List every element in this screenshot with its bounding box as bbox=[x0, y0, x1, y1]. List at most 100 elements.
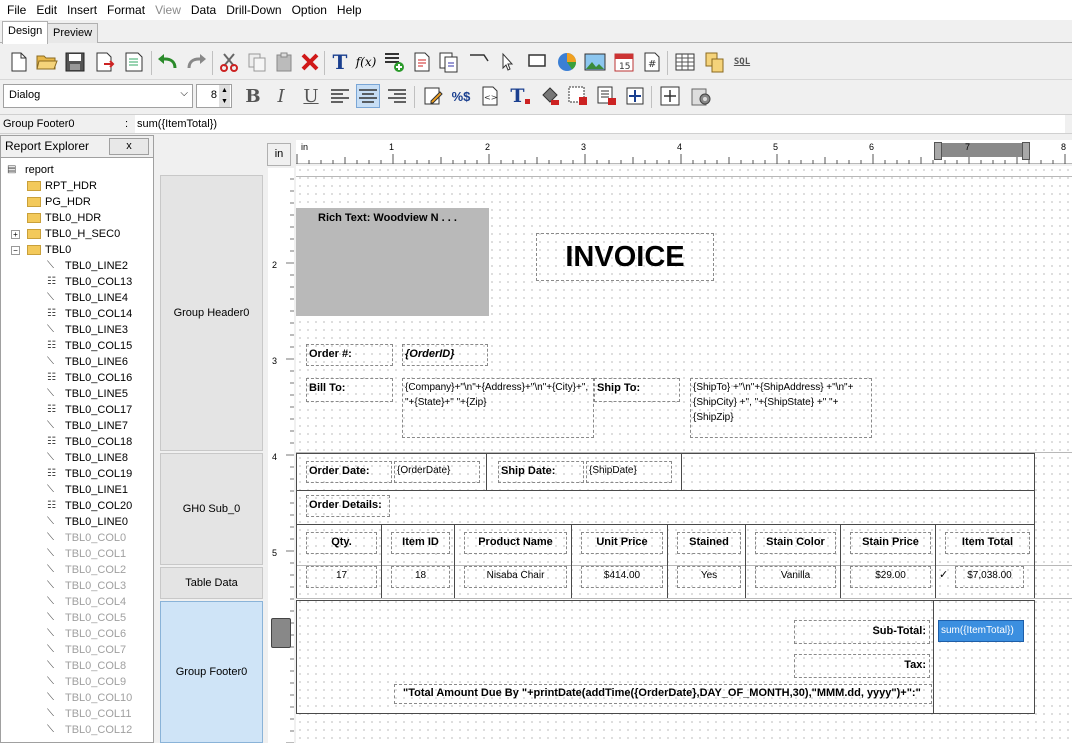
table-cell[interactable]: Nisaba Chair bbox=[464, 566, 567, 588]
format-icon[interactable]: %$ bbox=[449, 84, 473, 108]
tree-item-tbl0_line5[interactable]: ⟍ TBL0_LINE5 bbox=[47, 386, 128, 402]
close-button[interactable]: x bbox=[109, 138, 149, 155]
tree-item-tbl0_col16[interactable]: ☷ TBL0_COL16 bbox=[47, 370, 132, 386]
tab-design[interactable]: Design bbox=[2, 21, 49, 44]
table-cell[interactable]: 18 bbox=[391, 566, 450, 588]
edit-icon[interactable] bbox=[421, 84, 445, 108]
open-icon[interactable] bbox=[35, 50, 59, 74]
tree-item-tbl0_h_sec0[interactable]: + TBL0_H_SEC0 bbox=[11, 226, 120, 242]
column-header[interactable]: Stain Price bbox=[850, 532, 931, 554]
tab-preview[interactable]: Preview bbox=[47, 23, 99, 43]
save-icon[interactable] bbox=[63, 50, 87, 74]
order-number-label[interactable]: Order #: bbox=[306, 344, 393, 366]
tree-item-tbl0_col1[interactable]: ⟍ TBL0_COL1 bbox=[47, 546, 126, 562]
tree-item-tbl0_col12[interactable]: ⟍ TBL0_COL12 bbox=[47, 722, 132, 738]
align-right-icon[interactable] bbox=[385, 84, 409, 108]
rich-text-icon[interactable] bbox=[410, 50, 434, 74]
column-header[interactable]: Stained bbox=[677, 532, 741, 554]
order-date-field[interactable]: {OrderDate} bbox=[394, 461, 480, 483]
tree-item-tbl0_col10[interactable]: ⟍ TBL0_COL10 bbox=[47, 690, 132, 706]
line-icon[interactable] bbox=[467, 50, 491, 74]
ship-to-label[interactable]: Ship To: bbox=[594, 378, 680, 402]
page-setup-icon[interactable] bbox=[122, 50, 146, 74]
tree-item-rpt_hdr[interactable]: RPT_HDR bbox=[27, 178, 97, 194]
text-color-icon[interactable]: T bbox=[508, 84, 532, 108]
band-table-data[interactable]: Table Data bbox=[160, 567, 263, 599]
expander-icon[interactable]: + bbox=[11, 229, 20, 239]
pointer-icon[interactable] bbox=[494, 50, 518, 74]
sql-icon[interactable]: SQL bbox=[730, 50, 754, 74]
tree-item-tbl0_line8[interactable]: ⟍ TBL0_LINE8 bbox=[47, 450, 128, 466]
menu-file[interactable]: File bbox=[2, 0, 31, 20]
band-group-footer[interactable]: Group Footer0 bbox=[160, 601, 263, 743]
column-header[interactable]: Stain Color bbox=[755, 532, 836, 554]
tree-item-tbl0_col13[interactable]: ☷ TBL0_COL13 bbox=[47, 274, 132, 290]
align-left-icon[interactable] bbox=[328, 84, 352, 108]
tree-item-tbl0_col20[interactable]: ☷ TBL0_COL20 bbox=[47, 498, 132, 514]
export-icon[interactable] bbox=[93, 50, 117, 74]
bill-to-formula[interactable]: {Company}+"\n"+{Address}+"\n"+{City}+", … bbox=[402, 378, 594, 438]
rectangle-icon[interactable] bbox=[526, 50, 550, 74]
rich-text-box[interactable]: Rich Text: Woodview N . . . bbox=[296, 208, 489, 316]
tree-item-tbl0_col17[interactable]: ☷ TBL0_COL17 bbox=[47, 402, 132, 418]
property-value-field[interactable]: sum({ItemTotal}) bbox=[135, 115, 1065, 133]
subtotal-label[interactable]: Sub-Total: bbox=[794, 620, 930, 644]
bill-to-label[interactable]: Bill To: bbox=[306, 378, 393, 402]
date-icon[interactable]: 15 bbox=[612, 50, 636, 74]
sub-report-icon[interactable] bbox=[437, 50, 461, 74]
tree-item-tbl0_col4[interactable]: ⟍ TBL0_COL4 bbox=[47, 594, 126, 610]
cut-icon[interactable] bbox=[217, 50, 241, 74]
align-center-icon[interactable] bbox=[356, 84, 380, 108]
tree-item-tbl0_col0[interactable]: ⟍ TBL0_COL0 bbox=[47, 530, 126, 546]
menu-edit[interactable]: Edit bbox=[31, 0, 62, 20]
column-header[interactable]: Qty. bbox=[306, 532, 377, 554]
table-cell[interactable]: Yes bbox=[677, 566, 741, 588]
menu-drilldown[interactable]: Drill-Down bbox=[221, 0, 286, 20]
order-id-field[interactable]: {OrderID} bbox=[402, 344, 488, 366]
table-cell[interactable]: $29.00 bbox=[850, 566, 931, 588]
ship-date-label[interactable]: Ship Date: bbox=[498, 461, 584, 483]
font-size-stepper[interactable]: 8 ▲ ▼ bbox=[196, 84, 232, 108]
column-header[interactable]: Product Name bbox=[464, 532, 567, 554]
order-date-label[interactable]: Order Date: bbox=[306, 461, 392, 483]
fit-icon[interactable] bbox=[658, 84, 682, 108]
column-header[interactable]: Unit Price bbox=[581, 532, 663, 554]
spinner-icon[interactable]: ▲ ▼ bbox=[219, 85, 230, 107]
ship-to-formula[interactable]: {ShipTo} +"\n"+{ShipAddress} +"\n"+{Ship… bbox=[690, 378, 872, 438]
menu-insert[interactable]: Insert bbox=[62, 0, 102, 20]
table-cell[interactable]: $414.00 bbox=[581, 566, 663, 588]
menu-format[interactable]: Format bbox=[102, 0, 150, 20]
new-icon[interactable] bbox=[7, 50, 31, 74]
subtotal-field[interactable]: sum({ItemTotal}) bbox=[938, 620, 1024, 642]
tree-item-tbl0_line6[interactable]: ⟍ TBL0_LINE6 bbox=[47, 354, 128, 370]
invoice-title[interactable]: INVOICE bbox=[536, 233, 714, 281]
tree-item-tbl0_col6[interactable]: ⟍ TBL0_COL6 bbox=[47, 626, 126, 642]
menu-option[interactable]: Option bbox=[287, 0, 332, 20]
chart-icon[interactable] bbox=[555, 50, 579, 74]
settings-icon[interactable] bbox=[689, 84, 713, 108]
expander-icon[interactable]: − bbox=[11, 245, 20, 255]
border-icon[interactable] bbox=[566, 84, 590, 108]
ship-date-field[interactable]: {ShipDate} bbox=[586, 461, 672, 483]
tree-item-tbl0_col11[interactable]: ⟍ TBL0_COL11 bbox=[47, 706, 131, 722]
table-icon[interactable] bbox=[673, 50, 697, 74]
text-icon[interactable]: T bbox=[328, 50, 352, 74]
menu-data[interactable]: Data bbox=[186, 0, 221, 20]
page-number-icon[interactable]: # bbox=[640, 50, 664, 74]
right-margin-handle[interactable] bbox=[1022, 142, 1030, 160]
tree-item-tbl0_line7[interactable]: ⟍ TBL0_LINE7 bbox=[47, 418, 128, 434]
tree-item-tbl0_line4[interactable]: ⟍ TBL0_LINE4 bbox=[47, 290, 128, 306]
move-icon[interactable] bbox=[623, 84, 647, 108]
image-icon[interactable] bbox=[583, 50, 607, 74]
table-cell[interactable]: 17 bbox=[306, 566, 377, 588]
tree-item-tbl0_line1[interactable]: ⟍ TBL0_LINE1 bbox=[47, 482, 128, 498]
design-canvas[interactable]: Rich Text: Woodview N . . . INVOICE Orde… bbox=[296, 166, 1072, 743]
tree-item-tbl0_col9[interactable]: ⟍ TBL0_COL9 bbox=[47, 674, 126, 690]
paste-icon[interactable] bbox=[272, 50, 296, 74]
tree-item-tbl0_line0[interactable]: ⟍ TBL0_LINE0 bbox=[47, 514, 128, 530]
table-cell[interactable]: Vanilla bbox=[755, 566, 836, 588]
menu-view[interactable]: View bbox=[150, 0, 186, 20]
tree-item-tbl0_col3[interactable]: ⟍ TBL0_COL3 bbox=[47, 578, 126, 594]
tree-item-tbl0_line3[interactable]: ⟍ TBL0_LINE3 bbox=[47, 322, 128, 338]
band-group-header[interactable]: Group Header0 bbox=[160, 175, 263, 451]
